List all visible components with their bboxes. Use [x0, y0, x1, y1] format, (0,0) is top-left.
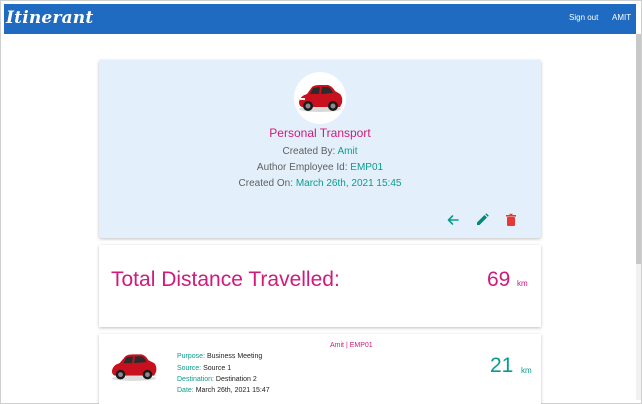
source-label: Source:	[177, 365, 202, 372]
sign-out-link[interactable]: Sign out	[569, 13, 598, 22]
arrow-left-icon[interactable]	[445, 212, 461, 228]
created-on-label: Created On:	[238, 178, 294, 189]
employee-id-label: Author Employee Id:	[256, 162, 348, 173]
card-actions	[443, 212, 523, 228]
car-avatar	[294, 72, 346, 124]
transport-details-card: Personal Transport Created By: Amit Auth…	[99, 60, 541, 238]
top-navbar: Itinerant Sign out AMIT	[4, 4, 636, 34]
transport-title: Personal Transport	[269, 126, 371, 140]
created-by: Created By: Amit	[99, 146, 541, 157]
trip-date: Date: March 26th, 2021 15:47	[177, 387, 270, 394]
created-by-value: Amit	[337, 146, 358, 157]
total-distance-value: 69	[487, 268, 511, 291]
trip-distance-value: 21	[490, 354, 514, 377]
trip-purpose: Purpose: Business Meeting	[177, 353, 262, 360]
destination-label: Destination:	[177, 376, 214, 383]
scrollbar-thumb[interactable]	[636, 34, 641, 264]
trip-source: Source: Source 1	[177, 365, 231, 372]
scrollbar[interactable]	[636, 34, 641, 400]
author-employee-id: Author Employee Id: EMP01	[99, 162, 541, 173]
trash-icon[interactable]	[503, 212, 519, 228]
created-on: Created On: March 26th, 2021 15:45	[99, 178, 541, 189]
total-distance-label: Total Distance Travelled:	[111, 268, 340, 291]
destination-value: Destination 2	[215, 376, 257, 383]
brand-logo[interactable]: Itinerant	[6, 8, 93, 28]
date-label: Date:	[177, 387, 194, 394]
red-car-icon	[111, 354, 157, 381]
purpose-label: Purpose:	[177, 353, 206, 360]
pencil-icon[interactable]	[474, 212, 490, 228]
total-distance-card: Total Distance Travelled: 69 km	[99, 245, 541, 327]
created-on-value: March 26th, 2021 15:45	[295, 178, 402, 189]
purpose-value: Business Meeting	[206, 353, 263, 360]
created-by-label: Created By:	[282, 146, 336, 157]
source-value: Source 1	[203, 365, 232, 372]
trip-author: Amit | EMP01	[330, 342, 373, 349]
red-car-icon	[299, 85, 343, 112]
trip-destination: Destination: Destination 2	[177, 376, 257, 383]
user-menu[interactable]: AMIT	[612, 13, 631, 22]
trip-distance-unit: km	[521, 366, 532, 375]
employee-id-value: EMP01	[350, 162, 384, 173]
date-value: March 26th, 2021 15:47	[195, 387, 270, 394]
total-distance-unit: km	[517, 279, 528, 288]
trip-card[interactable]: Amit | EMP01 Purpose: Business Meeting S…	[99, 334, 541, 404]
